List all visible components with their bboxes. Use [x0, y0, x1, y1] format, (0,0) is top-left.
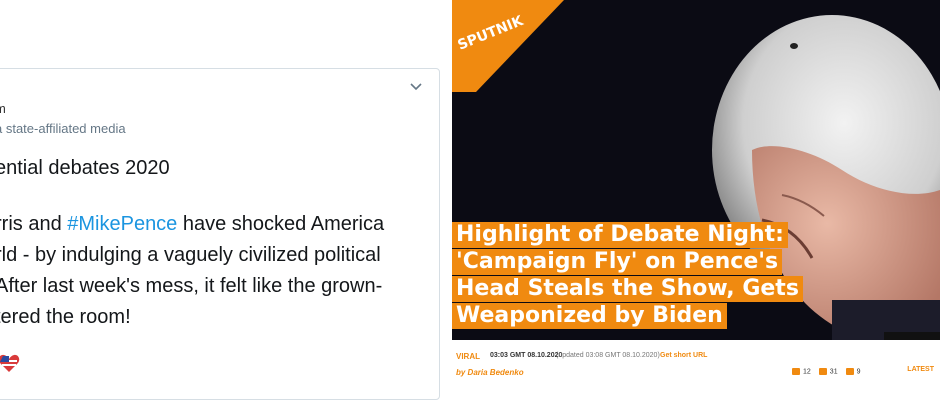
- article-panel: SPUTNIK Highlight of Debate Night: 'Camp…: [452, 0, 940, 400]
- body-text: After last week's mess, it felt like the…: [0, 275, 383, 297]
- updated-timestamp: (updated 03:08 GMT 08.10.2020): [556, 352, 660, 359]
- body-text: rris and: [0, 213, 68, 235]
- tweet-body: rris and #MikePence have shocked America…: [0, 209, 435, 333]
- shares-count[interactable]: 9: [845, 368, 861, 375]
- headline-line: Head Steals the Show, Gets: [452, 276, 803, 302]
- body-text: tered the room!: [0, 306, 131, 328]
- hashtag-link[interactable]: #MikePence: [67, 213, 177, 235]
- timestamp: 03:03 GMT 08.10.2020: [490, 352, 563, 359]
- state-media-label: a state-affiliated media: [0, 121, 126, 136]
- author-byline[interactable]: by Daria Bedenko: [456, 368, 524, 377]
- chevron-down-icon[interactable]: [405, 77, 427, 95]
- account-name[interactable]: m: [0, 101, 6, 116]
- body-text: rld - by indulging a vaguely civilized p…: [0, 244, 381, 266]
- short-url-link[interactable]: Get short URL: [660, 352, 707, 359]
- article-stats: 12 31 9: [792, 368, 861, 375]
- headline-line: 'Campaign Fly' on Pence's: [452, 249, 783, 275]
- comments-count[interactable]: 12: [792, 368, 811, 375]
- latest-tab[interactable]: LATEST: [907, 366, 934, 373]
- headline-line: Highlight of Debate Night:: [452, 222, 788, 248]
- tweet-headline: ential debates 2020: [0, 157, 170, 179]
- views-count: 31: [818, 368, 838, 375]
- eye-icon: [818, 368, 827, 375]
- tweet-card: m a state-affiliated media ential debate…: [0, 68, 440, 400]
- comment-icon: [792, 368, 800, 375]
- article-headline[interactable]: Highlight of Debate Night: 'Campaign Fly…: [452, 222, 892, 330]
- share-icon: [845, 368, 854, 375]
- sputnik-logo[interactable]: SPUTNIK: [452, 0, 564, 92]
- category-label[interactable]: VIRAL: [456, 352, 480, 361]
- heart-usflag-icon: [0, 354, 20, 372]
- body-text: have shocked America: [177, 213, 385, 235]
- headline-line: Weaponized by Biden: [452, 303, 727, 329]
- article-meta: VIRAL 03:03 GMT 08.10.2020 (updated 03:0…: [452, 340, 940, 400]
